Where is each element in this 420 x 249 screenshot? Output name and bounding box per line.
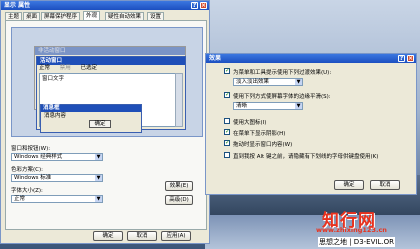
- effects-cancel-button[interactable]: 取消: [370, 180, 400, 190]
- close-button[interactable]: ×: [200, 2, 207, 9]
- chevron-down-icon: ▼: [95, 154, 102, 160]
- window-style-label: 窗口和按钮(W):: [11, 146, 51, 152]
- preview-msg-titlebar: 消息框: [41, 105, 141, 112]
- chevron-down-icon: ▼: [295, 103, 302, 109]
- chevron-down-icon: ▼: [95, 196, 102, 202]
- window-style-value: Windows 经典样式: [14, 154, 63, 160]
- menu-shadow-label: 在菜单下显示阴影(H): [233, 131, 286, 137]
- font-size-select[interactable]: 正常 ▼: [11, 195, 103, 203]
- drag-content-checkbox[interactable]: ✓: [224, 140, 230, 146]
- transition-effect-select[interactable]: 淡入淡出效果 ▼: [233, 78, 303, 86]
- font-smoothing-value: 清晰: [236, 103, 248, 109]
- watermark-url: www.zhixing123.cn: [316, 226, 387, 234]
- large-icons-label: 使用大图标(I): [233, 120, 267, 126]
- chevron-down-icon: ▼: [295, 79, 302, 85]
- effects-titlebar[interactable]: 效果 ? ×: [206, 54, 416, 63]
- transition-effect-label: 为菜单和工具提示使用下列过渡效果(U):: [233, 70, 332, 76]
- preview-inactive-title: 非活动窗口: [38, 48, 66, 54]
- window-title: 显示 属性: [4, 2, 31, 9]
- effects-dialog: 效果 ? × ✓ 为菜单和工具提示使用下列过渡效果(U): 淡入淡出效果 ▼ ✓…: [205, 53, 417, 195]
- font-size-label: 字体大小(Z):: [11, 188, 43, 194]
- appearance-preview: 非活动窗口 活动窗口 正常 禁用 已选定 窗口文字 消息框 消息内容 确定: [11, 27, 203, 137]
- color-scheme-select[interactable]: Windows 标准 ▼: [11, 174, 103, 182]
- preview-msg-text: 消息内容: [44, 113, 67, 119]
- ok-button[interactable]: 确定: [93, 231, 123, 241]
- advanced-button[interactable]: 高级(D): [165, 195, 193, 205]
- hide-underline-checkbox[interactable]: [224, 152, 230, 158]
- font-smoothing-checkbox[interactable]: ✓: [224, 92, 230, 98]
- preview-active-titlebar: 活动窗口: [37, 57, 185, 65]
- preview-scrollbar: [175, 73, 183, 127]
- transition-effect-checkbox[interactable]: ✓: [224, 68, 230, 74]
- font-smoothing-label: 使用下列方式使屏幕字体的边缘平滑(S):: [233, 94, 331, 100]
- preview-menubar: 正常 禁用 已选定: [37, 65, 185, 72]
- preview-inactive-titlebar: 非活动窗口: [35, 47, 185, 55]
- font-smoothing-select[interactable]: 清晰 ▼: [233, 102, 303, 110]
- apply-button[interactable]: 应用(A): [161, 231, 191, 241]
- transition-effect-value: 淡入淡出效果: [236, 79, 270, 85]
- preview-msg-title: 消息框: [43, 105, 60, 111]
- preview-window-text: 窗口文字: [42, 76, 65, 82]
- help-button[interactable]: ?: [191, 2, 198, 9]
- window-style-select[interactable]: Windows 经典样式 ▼: [11, 153, 103, 161]
- preview-menu-normal: 正常: [39, 65, 51, 71]
- effects-button[interactable]: 效果(E): [165, 181, 193, 191]
- display-properties-titlebar[interactable]: 显示 属性 ? ×: [1, 1, 209, 10]
- hide-underline-label: 直到我按 Alt 键之前，请隐藏有下划线的字母供键盘使用(K): [233, 154, 379, 160]
- preview-menu-selected: 已选定: [80, 65, 98, 71]
- large-icons-checkbox[interactable]: [224, 118, 230, 124]
- drag-content-label: 拖动时显示窗口内容(W): [233, 142, 293, 148]
- menu-shadow-checkbox[interactable]: ✓: [224, 129, 230, 135]
- color-scheme-value: Windows 标准: [14, 175, 52, 181]
- preview-menu-disabled: 禁用: [59, 65, 71, 71]
- help-button[interactable]: ?: [398, 55, 405, 62]
- watermark-footer: 思想之地 | D3-EVIL.OR: [318, 237, 395, 247]
- preview-active-title: 活动窗口: [40, 58, 63, 64]
- effects-ok-button[interactable]: 确定: [334, 180, 364, 190]
- chevron-down-icon: ▼: [95, 175, 102, 181]
- preview-msg-ok: 确定: [89, 120, 111, 128]
- cancel-button[interactable]: 取消: [127, 231, 157, 241]
- font-size-value: 正常: [14, 196, 26, 202]
- close-button[interactable]: ×: [407, 55, 414, 62]
- preview-message-box: 消息框 消息内容 确定: [40, 104, 142, 133]
- effects-title: 效果: [209, 55, 222, 62]
- display-properties-window: 显示 属性 ? × 主题 桌面 屏幕保护程序 外观 疑性自动效果 设置 非活动窗…: [0, 0, 210, 244]
- color-scheme-label: 色彩方案(C):: [11, 167, 43, 173]
